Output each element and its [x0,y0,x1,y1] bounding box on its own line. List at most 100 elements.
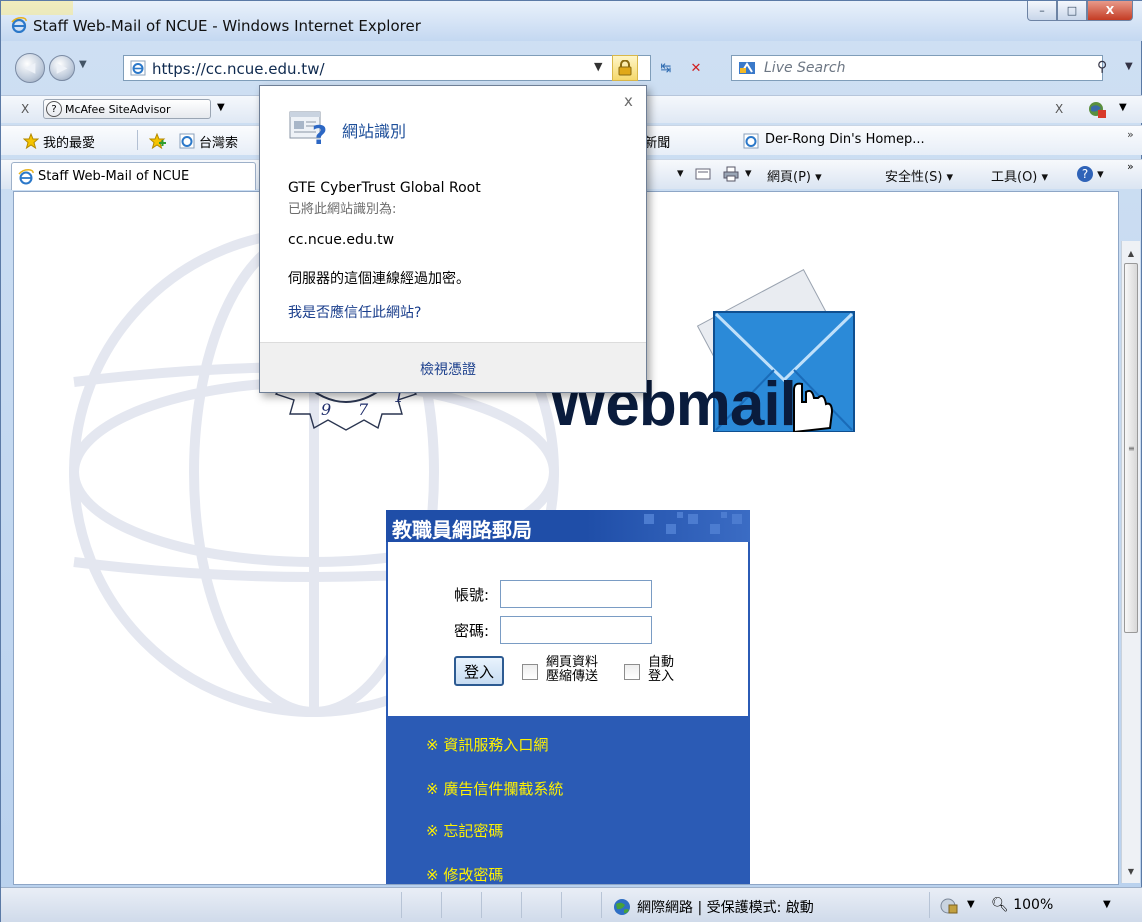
security-zone-text[interactable]: 網際網路 | 受保護模式: 啟動 [637,897,814,917]
compress-label-line1: 網頁資料 [546,655,599,670]
feeds-icon[interactable] [695,166,711,182]
zoom-dropdown-icon[interactable]: ▼ [1103,899,1111,910]
auto-login-label-line1: 自動 [648,655,675,670]
search-icon[interactable]: ⚲ [1097,59,1107,75]
mcafee-siteadvisor-button[interactable]: ? McAfee SiteAdvisor [43,99,211,119]
minimize-button[interactable]: – [1027,1,1057,21]
password-input[interactable] [500,616,652,644]
favorites-separator [137,130,138,150]
favorite-item-1[interactable]: 台灣索 [199,132,238,151]
url-text[interactable]: https://cc.ncue.edu.tw/ [152,60,325,78]
refresh-button[interactable]: ↹ [654,57,678,79]
security-lock-button[interactable] [612,55,638,81]
account-label: 帳號: [454,586,490,604]
minimize-icon: – [1039,4,1045,17]
compress-label-line2: 壓縮傳送 [546,669,599,684]
page-ie-icon [130,60,146,76]
link-forgot-password[interactable]: ※ 忘記密碼 [426,820,503,841]
close-button[interactable]: X [1087,1,1133,21]
toolbar-close-icon[interactable]: X [21,102,29,116]
zoom-level[interactable]: 🔍︎ 100% [991,897,1053,913]
forward-button[interactable]: ▶ [49,55,75,81]
site-identification-popup: x ? 網站識別 GTE CyberTrust Global Root 已將此網… [259,85,647,393]
tools-menu[interactable]: 工具(O) ▾ [991,166,1048,185]
url-dropdown-icon[interactable]: ▼ [594,60,602,73]
address-bar[interactable]: https://cc.ncue.edu.tw/ ▼ ↹ ✕ [123,55,701,81]
header-pattern-decoration [644,512,742,534]
svg-text:?: ? [312,121,327,148]
scroll-down-icon[interactable]: ▼ [1122,863,1140,879]
back-button[interactable]: ◀ [15,53,45,83]
window-title: Staff Web-Mail of NCUE - Windows Interne… [33,17,421,35]
mcafee-dropdown-icon[interactable]: ▼ [217,102,225,113]
help-icon: ? [1077,166,1093,182]
toolbar-right-dropdown-icon[interactable]: ▼ [1119,102,1127,113]
link-info-portal[interactable]: ※ 資訊服務入口網 [426,734,548,755]
favorites-label[interactable]: 我的最愛 [43,132,95,151]
help-menu[interactable]: ? ▾ [1077,166,1104,182]
account-input[interactable] [500,580,652,608]
scroll-up-icon[interactable]: ▲ [1122,245,1140,261]
seal-digit-7: 7 [358,400,369,419]
status-bar: 網際網路 | 受保護模式: 啟動 ▼ 🔍︎ 100% ▼ [1,887,1142,922]
print-icon[interactable] [723,166,739,182]
certificate-question-icon: ? [289,111,327,148]
favorites-star-icon[interactable] [23,133,39,149]
print-dropdown-icon[interactable]: ▾ [745,166,752,181]
history-dropdown-icon[interactable]: ▼ [79,59,87,70]
safety-menu[interactable]: 安全性(S) ▾ [885,166,953,185]
auto-login-label-line2: 登入 [648,669,675,684]
window-controls: – □ X [1027,1,1133,21]
link-change-password[interactable]: ※ 修改密碼 [426,864,503,884]
close-icon: X [1105,4,1115,17]
popup-footer: 檢視憑證 [260,342,646,392]
toolbar-close-right-icon[interactable]: X [1055,102,1063,116]
auto-login-checkbox[interactable] [624,664,640,680]
title-bar: Staff Web-Mail of NCUE - Windows Interne… [1,1,1142,41]
command-dropdown-icon[interactable]: ▾ [677,166,684,181]
favorite-ie-icon [743,133,759,149]
forward-arrow-icon: ▶ [56,60,68,76]
compress-checkbox[interactable] [522,664,538,680]
stop-button[interactable]: ✕ [684,57,708,79]
link-spam-filter[interactable]: ※ 廣告信件攔截系統 [426,778,563,799]
title-glow [1,1,73,15]
status-divider [441,892,442,918]
tab-ie-icon [18,168,34,184]
command-more-chevron-icon[interactable]: » [1127,160,1134,173]
identified-as-label: 已將此網站識別為: [288,202,397,217]
protected-mode-icon[interactable] [939,897,959,915]
scroll-grip-icon: ≡ [1128,444,1135,453]
certificate-issuer: GTE CyberTrust Global Root [288,180,481,196]
encryption-status: 伺服器的這個連線經過加密。 [288,271,470,287]
page-menu[interactable]: 網頁(P) ▾ [767,166,822,185]
trust-site-link[interactable]: 我是否應信任此網站? [288,302,421,322]
toolbar-globe-icon[interactable] [1087,99,1107,119]
search-box[interactable]: Live Search [731,55,1103,81]
help-icon: ? [46,101,62,117]
live-search-icon [739,62,755,74]
safety-menu-label: 安全性(S) [885,170,943,185]
lock-icon [618,60,632,76]
scroll-thumb[interactable]: ≡ [1124,263,1138,633]
status-divider [601,892,602,918]
protected-mode-dropdown-icon[interactable]: ▼ [967,899,975,910]
auto-login-label: 自動 登入 [648,656,674,684]
maximize-button[interactable]: □ [1057,1,1087,21]
zoom-icon: 🔍︎ [991,897,1009,913]
identified-host: cc.ncue.edu.tw [288,232,395,248]
status-divider [401,892,402,918]
view-certificate-link[interactable]: 檢視憑證 [420,359,476,379]
login-title: 教職員網路郵局 [392,518,532,542]
favorite-item-3[interactable]: Der-Rong Din's Homep... [765,132,925,147]
more-chevron-icon[interactable]: » [1127,128,1134,141]
search-options-dropdown-icon[interactable]: ▼ [1125,61,1133,72]
popup-close-icon[interactable]: x [624,92,633,110]
login-button[interactable]: 登入 [454,656,504,686]
password-label: 密碼: [454,622,490,640]
tab-staff-webmail[interactable]: Staff Web-Mail of NCUE [11,162,256,190]
add-favorite-icon[interactable] [149,133,167,149]
status-divider [521,892,522,918]
zoom-value: 100% [1013,897,1054,913]
vertical-scrollbar[interactable]: ▲ ≡ ▼ [1121,241,1140,883]
